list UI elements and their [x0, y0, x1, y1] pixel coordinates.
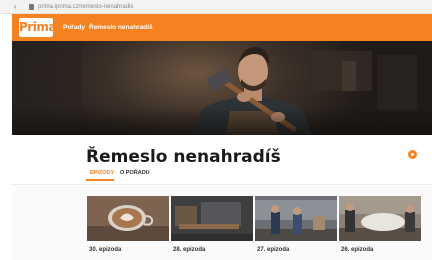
tab-about[interactable]: O POŘADU [120, 169, 150, 177]
tab-episodes[interactable]: EPIZODY [90, 169, 114, 177]
episode-thumbnail[interactable] [171, 196, 253, 241]
episode-thumbnail[interactable] [87, 196, 169, 241]
back-icon[interactable]: ‹ [14, 2, 17, 12]
hero-banner [12, 41, 432, 135]
episode-thumbnail[interactable] [339, 196, 421, 241]
episode-label[interactable]: 28. epizoda [173, 246, 205, 254]
episode-list: 30. epizoda 28. epizoda 27. epizoda 26. … [12, 186, 432, 260]
url-text[interactable]: prima.iprima.cz/remeslo-nenahradis [38, 3, 133, 11]
nav-link-porady[interactable]: Pořady [63, 23, 85, 32]
episode-label[interactable]: 30. epizoda [89, 246, 121, 254]
active-tab-indicator [86, 179, 114, 181]
episode-card[interactable]: 26. epizoda [339, 196, 421, 260]
episode-card[interactable]: 30. epizoda [87, 196, 169, 260]
episode-card[interactable]: 28. epizoda [171, 196, 253, 260]
episode-thumbnail[interactable] [255, 196, 337, 241]
hero-gradient [12, 107, 432, 135]
episode-label[interactable]: 26. epizoda [341, 246, 373, 254]
url-field[interactable]: prima.iprima.cz/remeslo-nenahradis [24, 2, 424, 12]
browser-address-bar: ‹ prima.iprima.cz/remeslo-nenahradis [0, 0, 432, 14]
episode-label[interactable]: 27. epizoda [257, 246, 289, 254]
more-options-button[interactable] [408, 150, 417, 159]
show-title: Řemeslo nenahradíš [86, 147, 281, 167]
episode-card[interactable]: 27. epizoda [255, 196, 337, 260]
site-header: Prima Pořady Řemeslo nenahradíš [12, 14, 432, 41]
nav-link-show[interactable]: Řemeslo nenahradíš [89, 23, 153, 32]
prima-logo[interactable]: Prima [19, 18, 56, 37]
show-header: Řemeslo nenahradíš EPIZODY O POŘADU [12, 135, 432, 185]
lock-icon [29, 4, 34, 10]
